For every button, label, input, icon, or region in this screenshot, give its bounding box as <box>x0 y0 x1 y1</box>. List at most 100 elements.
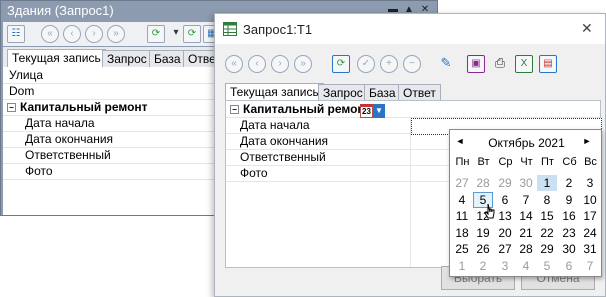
row-label: Дата начала <box>25 116 95 130</box>
front-row-group[interactable]: − Капитальный ремонт <box>226 102 600 118</box>
calendar-icon[interactable]: 23 <box>360 104 373 118</box>
front-window-title: Запрос1:T1 <box>243 22 313 37</box>
confirm-icon[interactable]: ✓ <box>357 55 375 73</box>
calendar-day[interactable]: 30 <box>559 241 579 257</box>
calendar-day[interactable]: 27 <box>452 175 472 191</box>
front-tab-base[interactable]: База <box>364 84 401 101</box>
calendar-day[interactable]: 3 <box>495 258 515 274</box>
next-record-icon[interactable]: › <box>271 55 289 73</box>
calendar-day[interactable]: 14 <box>516 208 536 224</box>
calendar-day[interactable]: 23 <box>559 225 579 241</box>
row-label: Дата окончания <box>240 134 329 148</box>
calendar-day[interactable]: 21 <box>516 225 536 241</box>
export-icon[interactable]: ▤ <box>539 55 557 73</box>
front-toolbar: « ‹ › » ⟳ ✓ + − ✎ ▣ ⎙ X ▤ <box>215 52 605 78</box>
row-label: Ответственный <box>25 148 111 162</box>
calendar-day[interactable]: 3 <box>580 175 600 191</box>
weekday-label: Вс <box>584 156 597 168</box>
back-tab-current[interactable]: Текущая запись <box>7 49 106 67</box>
calendar-day[interactable]: 1 <box>537 175 557 191</box>
export-excel-icon[interactable]: X <box>515 55 533 73</box>
calendar-day[interactable]: 27 <box>495 241 515 257</box>
calendar-day[interactable]: 6 <box>559 258 579 274</box>
calendar-day[interactable]: 29 <box>495 175 515 191</box>
calendar-day[interactable]: 4 <box>516 258 536 274</box>
calendar-day[interactable]: 20 <box>495 225 515 241</box>
tree-view-icon[interactable]: ☷ <box>7 25 25 43</box>
row-label: Фото <box>25 164 53 178</box>
last-record-icon[interactable]: » <box>294 55 312 73</box>
weekday-label: Пн <box>455 156 470 168</box>
weekday-label: Чт <box>520 156 533 168</box>
group-label: Капитальный ремонт <box>243 102 371 116</box>
calendar-day[interactable]: 15 <box>537 208 557 224</box>
front-tab-current[interactable]: Текущая запись <box>225 83 324 101</box>
print-icon[interactable]: ⎙ <box>491 55 509 73</box>
close-icon[interactable]: ✕ <box>581 20 593 37</box>
calendar-day[interactable]: 25 <box>452 241 472 257</box>
calendar-day[interactable]: 7 <box>516 192 536 208</box>
calendar-day[interactable]: 28 <box>473 175 493 191</box>
next-month-icon[interactable]: ► <box>581 136 593 146</box>
row-label: Dom <box>9 84 35 98</box>
front-tab-bar: Текущая запись Запрос База Ответ <box>225 81 605 101</box>
collapse-icon[interactable]: − <box>7 103 16 113</box>
prev-record-icon[interactable]: ‹ <box>63 25 81 43</box>
calendar-day[interactable]: 4 <box>452 192 472 208</box>
refresh-icon[interactable]: ⟳ <box>332 55 350 73</box>
calendar-day[interactable]: 22 <box>537 225 557 241</box>
calendar-month-label[interactable]: Октябрь 2021 <box>470 136 583 150</box>
remove-icon[interactable]: − <box>403 55 421 73</box>
calendar-day[interactable]: 24 <box>580 225 600 241</box>
calendar-day[interactable]: 5 <box>537 258 557 274</box>
prev-record-icon[interactable]: ‹ <box>248 55 266 73</box>
front-title-bar: Запрос1:T1 ✕ <box>215 14 605 44</box>
calendar-day[interactable]: 18 <box>452 225 472 241</box>
calendar-day[interactable]: 2 <box>559 175 579 191</box>
back-tab-query[interactable]: Запрос <box>102 50 152 67</box>
calendar-day[interactable]: 30 <box>516 175 536 191</box>
calendar-day[interactable]: 16 <box>559 208 579 224</box>
collapse-icon[interactable]: − <box>230 105 239 115</box>
row-label: Дата начала <box>240 118 310 132</box>
mouse-cursor-icon <box>484 203 495 219</box>
edit-icon[interactable]: ✎ <box>437 55 455 73</box>
calendar-day[interactable]: 2 <box>473 258 493 274</box>
calendar-header: ◄ Октябрь 2021 ► <box>450 134 603 150</box>
calendar-day[interactable]: 1 <box>452 258 472 274</box>
calendar-day[interactable]: 11 <box>452 208 472 224</box>
add-icon[interactable]: + <box>380 55 398 73</box>
refresh-icon[interactable]: ⟳ <box>147 25 165 43</box>
prev-month-icon[interactable]: ◄ <box>454 136 466 146</box>
calendar-day[interactable]: 7 <box>580 258 600 274</box>
back-tab-base[interactable]: База <box>149 50 186 67</box>
calendar-day[interactable]: 8 <box>537 192 557 208</box>
calendar-day[interactable]: 19 <box>473 225 493 241</box>
calendar-day[interactable]: 29 <box>537 241 557 257</box>
calendar-day[interactable]: 26 <box>473 241 493 257</box>
calendar-day[interactable]: 28 <box>516 241 536 257</box>
weekday-label: Ср <box>498 156 513 168</box>
weekday-label: Вт <box>477 156 490 168</box>
save-icon[interactable]: ▣ <box>467 55 485 73</box>
weekday-label: Пт <box>541 156 554 168</box>
row-label: Ответственный <box>240 150 326 164</box>
last-record-icon[interactable]: » <box>107 25 125 43</box>
calendar-day[interactable]: 17 <box>580 208 600 224</box>
calendar-day[interactable]: 31 <box>580 241 600 257</box>
reload-icon[interactable]: ⟳ <box>183 25 201 43</box>
calendar-day[interactable]: 6 <box>495 192 515 208</box>
first-record-icon[interactable]: « <box>41 25 59 43</box>
front-tab-query[interactable]: Запрос <box>318 84 368 101</box>
first-record-icon[interactable]: « <box>225 55 243 73</box>
calendar-day[interactable]: 9 <box>559 192 579 208</box>
table-icon <box>223 22 237 36</box>
calendar-weekdays: Пн Вт Ср Чт Пт Сб Вс <box>452 156 602 172</box>
row-label: Дата окончания <box>25 132 114 146</box>
calendar-dropdown-button[interactable]: ▼ <box>373 104 385 118</box>
next-record-icon[interactable]: › <box>85 25 103 43</box>
calendar-day[interactable]: 10 <box>580 192 600 208</box>
front-tab-answer[interactable]: Ответ <box>398 84 441 101</box>
row-label: Улица <box>9 68 44 82</box>
calendar-day[interactable]: 13 <box>495 208 515 224</box>
